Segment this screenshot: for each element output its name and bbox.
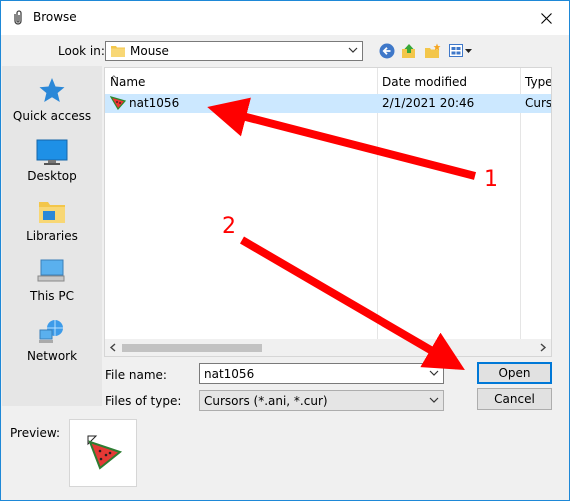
scroll-right-icon[interactable] bbox=[539, 343, 547, 352]
network-icon bbox=[39, 320, 63, 343]
scrollbar-thumb[interactable] bbox=[122, 344, 262, 352]
annotation-number-1: 1 bbox=[484, 167, 498, 192]
folder-icon bbox=[111, 46, 125, 57]
look-in-label: Look in: bbox=[58, 44, 105, 58]
computer-icon bbox=[37, 259, 65, 282]
place-label: Desktop bbox=[27, 169, 77, 183]
close-button[interactable] bbox=[523, 1, 569, 35]
place-libraries[interactable]: Libraries bbox=[2, 198, 102, 243]
file-type-label: Files of type: bbox=[105, 394, 182, 408]
file-type: Cursors bbox=[525, 96, 552, 110]
place-label: This PC bbox=[30, 289, 74, 303]
browse-dialog: Browse Look in: Mouse Quick access Deskt… bbox=[0, 0, 570, 501]
preview-box bbox=[69, 419, 137, 487]
back-button[interactable] bbox=[379, 43, 395, 62]
file-row[interactable]: nat1056 2/1/2021 20:46 Cursors bbox=[105, 94, 551, 113]
column-header-name[interactable]: ^ Name bbox=[105, 68, 378, 94]
place-label: Libraries bbox=[26, 229, 78, 243]
chevron-down-icon[interactable] bbox=[429, 368, 439, 378]
place-desktop[interactable]: Desktop bbox=[2, 138, 102, 183]
file-date: 2/1/2021 20:46 bbox=[382, 96, 475, 110]
view-menu-icon bbox=[449, 44, 472, 57]
preview-label: Preview: bbox=[10, 426, 61, 440]
place-label: Network bbox=[26, 349, 78, 363]
look-in-value: Mouse bbox=[130, 44, 169, 58]
horizontal-scrollbar[interactable] bbox=[105, 339, 551, 356]
file-type-value: Cursors (*.ani, *.cur) bbox=[204, 394, 328, 408]
column-header-date[interactable]: Date modified bbox=[377, 68, 521, 94]
scroll-left-icon[interactable] bbox=[109, 343, 117, 352]
file-type-select[interactable]: Cursors (*.ani, *.cur) bbox=[199, 390, 444, 411]
place-this-pc[interactable]: This PC bbox=[2, 258, 102, 303]
libraries-icon bbox=[39, 202, 65, 223]
file-list: ^ Name Date modified Type nat1056 2/1/20… bbox=[104, 67, 552, 357]
chevron-down-icon bbox=[348, 47, 358, 53]
look-in-dropdown[interactable]: Mouse bbox=[105, 41, 363, 61]
place-quick-access[interactable]: Quick access bbox=[2, 76, 102, 123]
back-arrow-icon bbox=[379, 43, 395, 59]
open-button[interactable]: Open bbox=[477, 362, 552, 384]
title-bar: Browse bbox=[1, 1, 569, 35]
place-label: Quick access bbox=[12, 109, 92, 123]
file-name: nat1056 bbox=[129, 96, 180, 110]
places-bar: Quick access Desktop Libraries This PC N… bbox=[2, 66, 102, 406]
desktop-icon bbox=[36, 139, 68, 165]
chevron-down-icon bbox=[429, 397, 439, 403]
new-folder-icon bbox=[425, 43, 441, 58]
new-folder-button[interactable] bbox=[424, 43, 442, 62]
star-icon bbox=[39, 78, 65, 102]
column-header-type[interactable]: Type bbox=[520, 68, 551, 94]
up-folder-button[interactable] bbox=[401, 43, 417, 62]
file-name-value: nat1056 bbox=[204, 367, 255, 381]
up-folder-icon bbox=[402, 44, 415, 58]
view-menu-button[interactable] bbox=[449, 43, 473, 62]
window-title: Browse bbox=[33, 10, 77, 24]
annotation-number-2: 2 bbox=[222, 214, 236, 239]
file-name-input[interactable]: nat1056 bbox=[199, 363, 444, 384]
column-divider bbox=[377, 94, 378, 339]
cursor-file-icon bbox=[110, 96, 126, 110]
place-network[interactable]: Network bbox=[2, 318, 102, 363]
cancel-button[interactable]: Cancel bbox=[477, 388, 552, 410]
file-name-label: File name: bbox=[105, 368, 167, 382]
watermelon-cursor-icon bbox=[87, 435, 123, 470]
paperclip-icon bbox=[11, 10, 25, 29]
close-icon bbox=[540, 12, 552, 24]
column-divider bbox=[520, 94, 521, 339]
